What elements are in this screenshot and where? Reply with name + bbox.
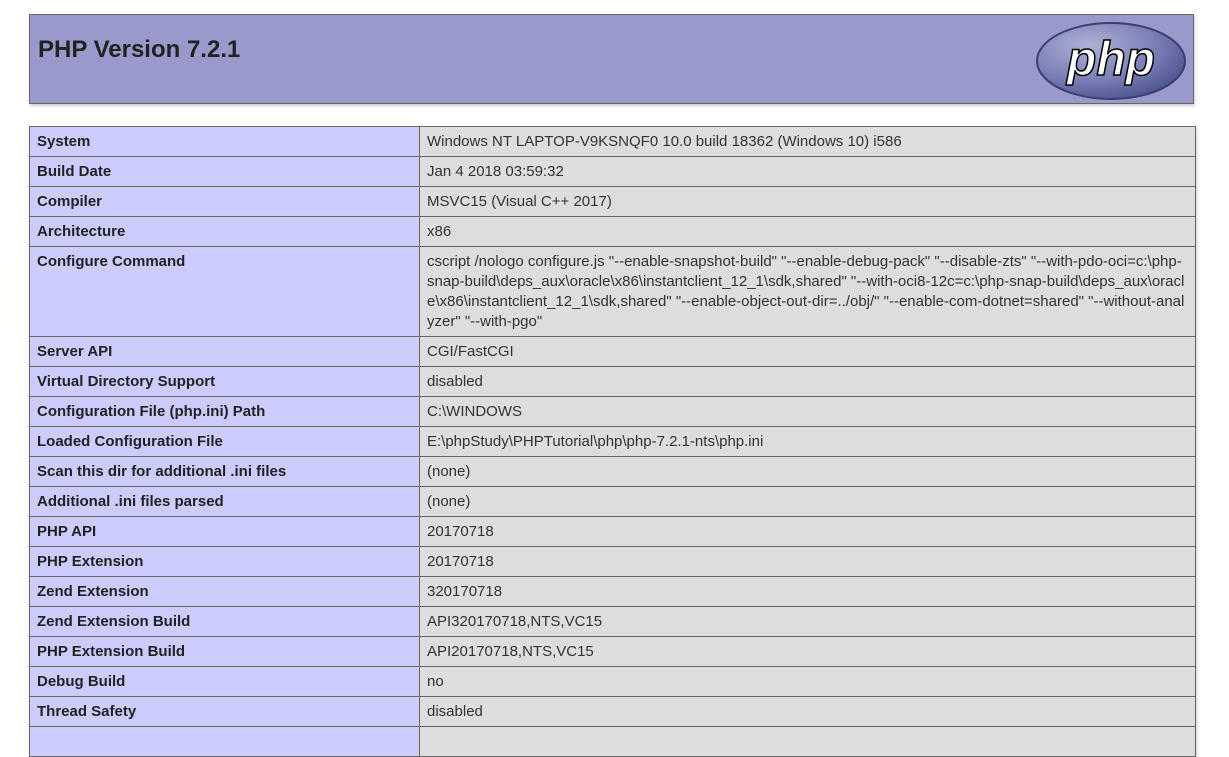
info-row-value: 320170718 — [419, 576, 1196, 607]
info-row: Configure Command cscript /nologo configu… — [29, 246, 1196, 337]
info-row: PHP API 20170718 — [29, 516, 1196, 547]
info-row-value: cscript /nologo configure.js "--enable-s… — [419, 246, 1196, 337]
info-row: Zend Extension 320170718 — [29, 576, 1196, 607]
info-row: PHP Extension Build API20170718,NTS,VC15 — [29, 636, 1196, 667]
info-row-value: no — [419, 666, 1196, 697]
info-row-value: (none) — [419, 486, 1196, 517]
info-row-value: Windows NT LAPTOP-V9KSNQF0 10.0 build 18… — [419, 126, 1196, 157]
info-row-value: E:\phpStudy\PHPTutorial\php\php-7.2.1-nt… — [419, 426, 1196, 457]
info-row-label: Additional .ini files parsed — [29, 486, 420, 517]
info-row-label: Zend Extension — [29, 576, 420, 607]
info-row-value: Jan 4 2018 03:59:32 — [419, 156, 1196, 187]
info-row-label: Compiler — [29, 186, 420, 217]
info-row-label: Thread Safety — [29, 696, 420, 727]
info-row: Debug Build no — [29, 666, 1196, 697]
info-row-label: Server API — [29, 336, 420, 367]
info-row: Virtual Directory Support disabled — [29, 366, 1196, 397]
info-row — [29, 726, 1196, 757]
info-row-label: Configure Command — [29, 246, 420, 337]
info-row-label: PHP API — [29, 516, 420, 547]
php-info-table: System Windows NT LAPTOP-V9KSNQF0 10.0 bu… — [29, 126, 1196, 757]
info-row-label: Debug Build — [29, 666, 420, 697]
info-row-label: Scan this dir for additional .ini files — [29, 456, 420, 487]
info-row-value: API20170718,NTS,VC15 — [419, 636, 1196, 667]
info-row: Loaded Configuration File E:\phpStudy\PHP… — [29, 426, 1196, 457]
info-row: Architecture x86 — [29, 216, 1196, 247]
info-row: Zend Extension Build API320170718,NTS,VC1… — [29, 606, 1196, 637]
info-row-value: 20170718 — [419, 546, 1196, 577]
info-row-value — [419, 726, 1196, 757]
info-row-value: C:\WINDOWS — [419, 396, 1196, 427]
info-row-label — [29, 726, 420, 757]
info-row-value: disabled — [419, 696, 1196, 727]
info-row-value: CGI/FastCGI — [419, 336, 1196, 367]
info-row-label: Virtual Directory Support — [29, 366, 420, 397]
info-row-label: PHP Extension — [29, 546, 420, 577]
info-row: PHP Extension 20170718 — [29, 546, 1196, 577]
info-row: Build Date Jan 4 2018 03:59:32 — [29, 156, 1196, 187]
info-row-label: Zend Extension Build — [29, 606, 420, 637]
php-version-header: PHP Version 7.2.1 php — [29, 14, 1194, 104]
info-row: Configuration File (php.ini) Path C:\WIND… — [29, 396, 1196, 427]
info-row-label: Architecture — [29, 216, 420, 247]
info-row-label: Loaded Configuration File — [29, 426, 420, 457]
info-row: Thread Safety disabled — [29, 696, 1196, 727]
info-row-label: Build Date — [29, 156, 420, 187]
info-row: Server API CGI/FastCGI — [29, 336, 1196, 367]
info-row-value: API320170718,NTS,VC15 — [419, 606, 1196, 637]
info-row-value: 20170718 — [419, 516, 1196, 547]
info-row-value: MSVC15 (Visual C++ 2017) — [419, 186, 1196, 217]
page-title: PHP Version 7.2.1 — [38, 36, 241, 63]
info-table-body: System Windows NT LAPTOP-V9KSNQF0 10.0 bu… — [29, 126, 1196, 757]
info-row-value: disabled — [419, 366, 1196, 397]
info-row-value: x86 — [419, 216, 1196, 247]
info-row-label: Configuration File (php.ini) Path — [29, 396, 420, 427]
info-row-label: System — [29, 126, 420, 157]
info-row: Additional .ini files parsed (none) — [29, 486, 1196, 517]
php-logo-icon[interactable]: php — [1035, 21, 1187, 101]
info-row-value: (none) — [419, 456, 1196, 487]
info-row: Scan this dir for additional .ini files(… — [29, 456, 1196, 487]
info-row-label: PHP Extension Build — [29, 636, 420, 667]
php-logo-text: php — [1065, 33, 1155, 86]
info-row: Compiler MSVC15 (Visual C++ 2017) — [29, 186, 1196, 217]
info-row: System Windows NT LAPTOP-V9KSNQF0 10.0 bu… — [29, 126, 1196, 157]
